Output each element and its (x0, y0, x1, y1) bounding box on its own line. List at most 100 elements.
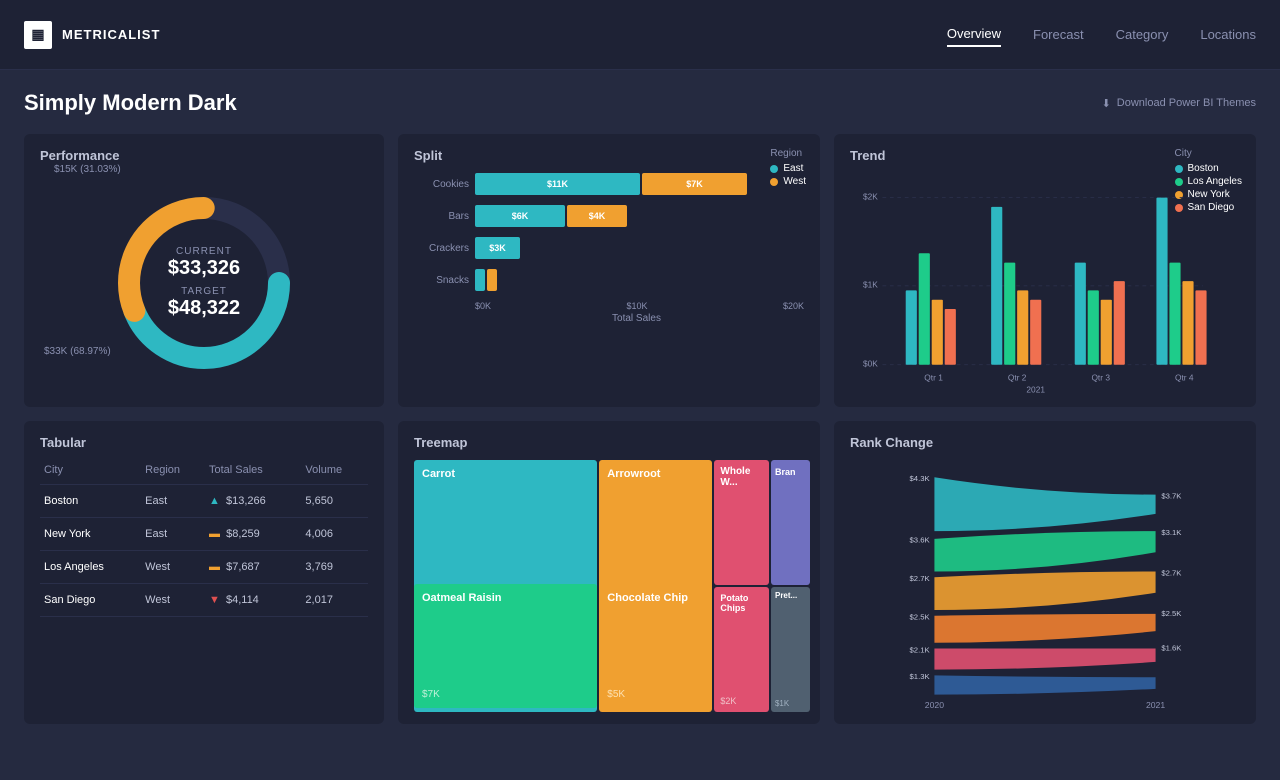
performance-card: Performance $15K (31.03%) CURRENT $33,32… (24, 134, 384, 407)
logo-icon: ▦ (24, 21, 52, 49)
header: ▦ METRICALIST Overview Forecast Category… (0, 0, 1280, 70)
tabular-title: Tabular (40, 435, 368, 450)
svg-text:$2.1K: $2.1K (910, 645, 931, 654)
page-title: Simply Modern Dark (24, 90, 237, 116)
svg-text:Qtr 3: Qtr 3 (1091, 373, 1110, 383)
target-label: TARGET (168, 286, 240, 297)
svg-text:$0K: $0K (863, 359, 878, 369)
download-button[interactable]: ⬇ Download Power BI Themes (1102, 97, 1256, 110)
x-axis-title: Total Sales (414, 313, 804, 324)
cell-sales: ▬ $7,687 (205, 551, 301, 584)
svg-text:$2.7K: $2.7K (910, 574, 931, 583)
x-axis-labels: $0K $10K $20K (414, 301, 804, 311)
rank-chart: $4.3K $3.6K $2.7K $2.5K $2.1K $1.3K $3.7… (850, 460, 1240, 710)
svg-text:$3.7K: $3.7K (1161, 491, 1182, 500)
treemap-wholew: Whole W... (714, 460, 769, 585)
cell-sales: ▼ $4,114 (205, 584, 301, 617)
cell-region: West (141, 551, 205, 584)
bar-label-crackers: Crackers (414, 243, 469, 254)
bar-row-crackers: Crackers $3K (414, 237, 804, 259)
current-label: CURRENT (168, 246, 240, 257)
cell-region: East (141, 518, 205, 551)
cell-city: San Diego (40, 584, 141, 617)
split-card: Split Region East West Cookies $11K (398, 134, 820, 407)
rank-svg: $4.3K $3.6K $2.7K $2.5K $2.1K $1.3K $3.7… (850, 460, 1240, 710)
col-city: City (40, 460, 141, 485)
bar-label-cookies: Cookies (414, 179, 469, 190)
col-region: Region (141, 460, 205, 485)
svg-text:$3.1K: $3.1K (1161, 528, 1182, 537)
cell-sales: ▲ $13,266 (205, 485, 301, 518)
cookies-east-bar: $11K (475, 173, 640, 195)
svg-text:$1K: $1K (863, 280, 878, 290)
svg-text:$3.6K: $3.6K (910, 536, 931, 545)
table-row: San Diego West ▼ $4,114 2,017 (40, 584, 368, 617)
svg-text:Qtr 1: Qtr 1 (924, 373, 943, 383)
bar-label-snacks: Snacks (414, 275, 469, 286)
treemap-pret: Pret... $1K (771, 587, 810, 712)
trend-legend-title: City (1175, 148, 1243, 159)
tabular-card: Tabular City Region Total Sales Volume B… (24, 421, 384, 724)
bars-crackers: $3K (475, 237, 804, 259)
col-sales: Total Sales (205, 460, 301, 485)
treemap-bran: Bran (771, 460, 810, 585)
svg-text:$2K: $2K (863, 191, 878, 201)
cell-region: East (141, 485, 205, 518)
treemap-title: Treemap (414, 435, 804, 450)
bars-west-bar: $4K (567, 205, 627, 227)
table-header-row: City Region Total Sales Volume (40, 460, 368, 485)
svg-text:$2.5K: $2.5K (1161, 609, 1182, 618)
table-row: Los Angeles West ▬ $7,687 3,769 (40, 551, 368, 584)
page-title-row: Simply Modern Dark ⬇ Download Power BI T… (24, 90, 1256, 116)
cell-region: West (141, 584, 205, 617)
split-legend-title: Region (770, 148, 806, 159)
rank-card: Rank Change $4.3K $3 (834, 421, 1256, 724)
cell-city: Boston (40, 485, 141, 518)
cell-volume: 2,017 (301, 584, 368, 617)
nav: Overview Forecast Category Locations (947, 22, 1256, 47)
donut-center: CURRENT $33,326 TARGET $48,322 (168, 246, 240, 320)
cell-volume: 3,769 (301, 551, 368, 584)
perf-annotation-bottom: $33K (68.97%) (44, 346, 111, 357)
cookies-west-bar: $7K (642, 173, 747, 195)
svg-text:2020: 2020 (925, 700, 944, 710)
tabular-table: City Region Total Sales Volume Boston Ea… (40, 460, 368, 617)
cell-sales: ▬ $8,259 (205, 518, 301, 551)
bar-label-bars: Bars (414, 211, 469, 222)
west-label: West (783, 176, 806, 187)
legend-west: West (770, 176, 806, 187)
nav-forecast[interactable]: Forecast (1033, 23, 1084, 46)
table-row: Boston East ▲ $13,266 5,650 (40, 485, 368, 518)
split-bar-chart: Cookies $11K $7K Bars $6K $4K Crac (414, 173, 804, 291)
svg-text:$1.6K: $1.6K (1161, 643, 1182, 652)
target-value: $48,322 (168, 297, 240, 320)
nav-category[interactable]: Category (1116, 23, 1169, 46)
main-content: Simply Modern Dark ⬇ Download Power BI T… (0, 70, 1280, 780)
download-label: Download Power BI Themes (1117, 97, 1256, 109)
bar-row-snacks: Snacks (414, 269, 804, 291)
nav-locations[interactable]: Locations (1200, 23, 1256, 46)
svg-text:$4.3K: $4.3K (910, 474, 931, 483)
east-dot (770, 165, 778, 173)
trend-chart: $2K $1K $0K Qtr 1 Qtr 2 Qtr 3 Qtr 4 2021 (850, 173, 1240, 393)
logo-area: ▦ METRICALIST (24, 21, 160, 49)
treemap-potatochips: Potato Chips $2K (714, 587, 769, 712)
svg-text:$1.3K: $1.3K (910, 672, 931, 681)
snacks-west-bar (487, 269, 497, 291)
current-value: $33,326 (168, 257, 240, 280)
app-name: METRICALIST (62, 27, 160, 42)
bar-row-cookies: Cookies $11K $7K (414, 173, 804, 195)
snacks-east-bar (475, 269, 485, 291)
top-row: Performance $15K (31.03%) CURRENT $33,32… (24, 134, 1256, 407)
cell-city: Los Angeles (40, 551, 141, 584)
rank-title: Rank Change (850, 435, 1240, 450)
bars-cookies: $11K $7K (475, 173, 804, 195)
bar-row-bars: Bars $6K $4K (414, 205, 804, 227)
treemap-carrot: Carrot $7K (414, 460, 597, 712)
crackers-east-bar: $3K (475, 237, 520, 259)
donut-container: CURRENT $33,326 TARGET $48,322 (40, 173, 368, 393)
nav-overview[interactable]: Overview (947, 22, 1001, 47)
legend-east: East (770, 163, 806, 174)
split-title: Split (414, 148, 804, 163)
svg-text:$2.5K: $2.5K (910, 613, 931, 622)
